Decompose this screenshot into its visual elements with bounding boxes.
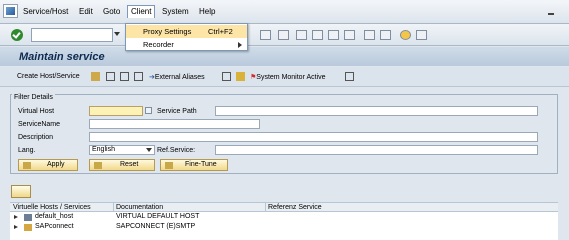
title-bar: Maintain service: [0, 47, 569, 66]
tree-header: Virtuelle Hosts / Services Documentation…: [10, 202, 558, 212]
tree-row-doc: VIRTUAL DEFAULT HOST: [116, 213, 200, 220]
lang-dropdown-icon: [146, 148, 152, 152]
column-header-ref-service[interactable]: Referenz Service: [268, 204, 322, 211]
proxy-settings-label: Proxy Settings: [143, 27, 192, 36]
column-header-documentation[interactable]: Documentation: [116, 204, 163, 211]
proxy-settings-shortcut: Ctrl+F2: [208, 27, 233, 36]
menu-service-host[interactable]: Service/Host: [23, 7, 68, 16]
menu-edit[interactable]: Edit: [79, 7, 93, 16]
reset-icon: [94, 162, 102, 169]
lang-select[interactable]: English: [89, 145, 155, 155]
tree-row-name: SAPconnect: [35, 223, 74, 230]
external-aliases-label: External Aliases: [154, 74, 205, 81]
client-menu-dropdown: Proxy Settings Ctrl+F2 Recorder: [125, 23, 248, 51]
help-icon[interactable]: [400, 30, 411, 40]
apply-button[interactable]: Apply: [18, 159, 78, 171]
sap-menu-icon[interactable]: [3, 4, 18, 18]
ref-service-label: Ref.Service:: [157, 147, 196, 154]
minimize-icon[interactable]: [545, 5, 557, 17]
tree-settings-icon[interactable]: [345, 72, 354, 81]
previous-page-icon[interactable]: [312, 30, 323, 40]
apply-icon: [23, 162, 31, 169]
tree-layout-icon[interactable]: [11, 185, 31, 198]
copy-icon[interactable]: [120, 72, 129, 81]
reset-button[interactable]: Reset: [89, 159, 155, 171]
tree-row[interactable]: default_host VIRTUAL DEFAULT HOST: [10, 213, 558, 222]
application-toolbar: Create Host/Service ➔External Aliases ⚑S…: [0, 67, 569, 87]
menu-help[interactable]: Help: [199, 7, 215, 16]
magic-wand-icon[interactable]: [236, 72, 245, 81]
virtual-host-field[interactable]: [89, 106, 143, 116]
column-separator[interactable]: [113, 203, 114, 212]
document-icon[interactable]: [222, 72, 231, 81]
service-name-label: ServiceName: [18, 121, 61, 128]
description-label: Description: [18, 134, 54, 141]
new-session-icon[interactable]: [364, 30, 375, 40]
delete-trash-icon[interactable]: [106, 72, 115, 81]
column-separator[interactable]: [265, 203, 266, 212]
menu-client[interactable]: Client: [127, 5, 156, 18]
service-path-label: Service Path: [157, 108, 197, 115]
layout-settings-icon[interactable]: [416, 30, 427, 40]
system-monitor-button[interactable]: ⚑System Monitor Active: [250, 73, 326, 81]
enter-check-icon[interactable]: [11, 29, 23, 41]
next-page-icon[interactable]: [328, 30, 339, 40]
value-help-icon[interactable]: [145, 107, 152, 114]
find-icon[interactable]: [260, 30, 271, 40]
submenu-arrow-icon: [238, 42, 242, 48]
system-monitor-label: System Monitor Active: [256, 74, 326, 81]
ref-service-field[interactable]: [215, 145, 538, 155]
host-node-icon: [24, 214, 32, 221]
menu-goto[interactable]: Goto: [103, 7, 120, 16]
fine-tune-label: Fine-Tune: [185, 161, 217, 168]
expand-arrow-icon[interactable]: [14, 215, 18, 219]
lang-value: English: [92, 146, 115, 153]
menu-item-recorder[interactable]: Recorder: [126, 38, 247, 51]
service-name-field[interactable]: [89, 119, 260, 129]
display-icon[interactable]: [134, 72, 143, 81]
fine-tune-button[interactable]: Fine-Tune: [160, 159, 228, 171]
command-dropdown-icon[interactable]: [114, 32, 120, 36]
service-tree: default_host VIRTUAL DEFAULT HOST SAPcon…: [10, 212, 558, 240]
shortcut-icon[interactable]: [380, 30, 391, 40]
find-next-icon[interactable]: [278, 30, 289, 40]
tree-row-name: default_host: [35, 213, 74, 220]
page-title: Maintain service: [19, 51, 105, 63]
reset-label: Reset: [120, 161, 139, 168]
host-node-icon: [24, 224, 32, 231]
external-aliases-button[interactable]: ➔External Aliases: [149, 73, 205, 81]
fine-tune-icon: [165, 162, 173, 169]
edit-pencil-icon[interactable]: [91, 72, 100, 81]
standard-toolbar: [0, 24, 569, 46]
description-field[interactable]: [89, 132, 538, 142]
tree-row-doc: SAPCONNECT (E)SMTP: [116, 223, 196, 230]
menu-bar: Service/Host Edit Goto Client System Hel…: [0, 0, 569, 24]
filter-details-title: Filter Details: [12, 94, 55, 101]
last-page-icon[interactable]: [344, 30, 355, 40]
virtual-host-label: Virtual Host: [18, 108, 55, 115]
service-path-field[interactable]: [215, 106, 538, 116]
create-host-service-button[interactable]: Create Host/Service: [17, 73, 80, 80]
column-header-hosts[interactable]: Virtuelle Hosts / Services: [13, 204, 91, 211]
first-page-icon[interactable]: [296, 30, 307, 40]
tree-row[interactable]: SAPconnect SAPCONNECT (E)SMTP: [10, 223, 558, 232]
menu-system[interactable]: System: [162, 7, 189, 16]
command-field[interactable]: [31, 28, 113, 42]
recorder-label: Recorder: [143, 40, 174, 49]
lang-label: Lang.: [18, 147, 36, 154]
menu-item-proxy-settings[interactable]: Proxy Settings Ctrl+F2: [126, 25, 247, 38]
apply-label: Apply: [47, 161, 65, 168]
expand-arrow-icon[interactable]: [14, 225, 18, 229]
